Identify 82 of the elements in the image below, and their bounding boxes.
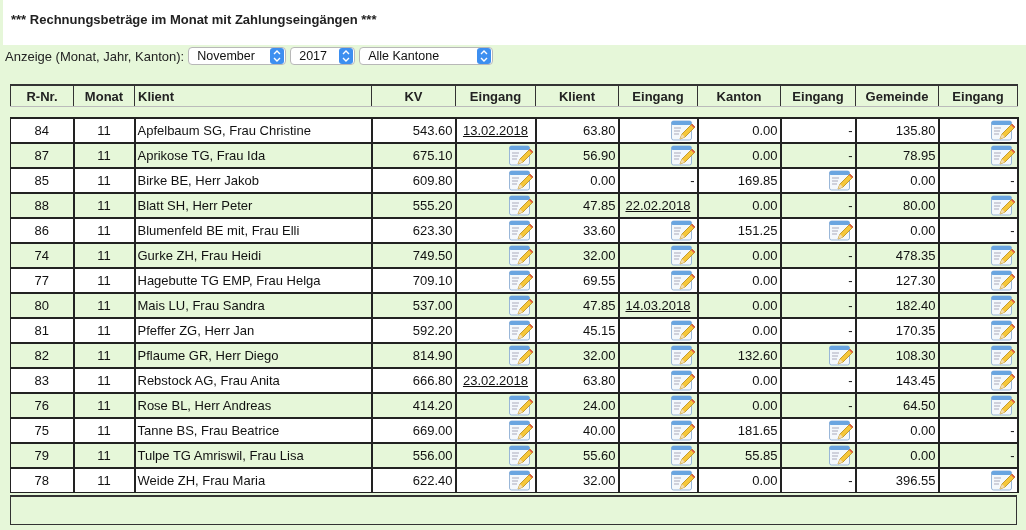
- no-receipt-dash: -: [848, 373, 853, 388]
- column-header: Gemeinde: [855, 85, 939, 107]
- no-receipt-dash: -: [1010, 423, 1015, 438]
- edit-note-icon[interactable]: [508, 469, 533, 492]
- edit-note-icon[interactable]: [990, 294, 1015, 317]
- stepper-arrows-icon[interactable]: [339, 48, 354, 64]
- stepper-arrows-icon[interactable]: [270, 48, 285, 64]
- column-header: Klient: [134, 85, 372, 107]
- edit-note-icon[interactable]: [670, 394, 695, 417]
- no-receipt-dash: -: [848, 248, 853, 263]
- column-header: Eingang: [938, 85, 1018, 107]
- edit-note-icon[interactable]: [828, 169, 853, 192]
- stepper-arrows-icon[interactable]: [477, 48, 492, 64]
- no-receipt-dash: -: [848, 398, 853, 413]
- edit-note-icon[interactable]: [508, 269, 533, 292]
- no-receipt-dash: -: [1010, 223, 1015, 238]
- dropdown-select[interactable]: 2017: [290, 47, 356, 65]
- edit-note-icon[interactable]: [990, 244, 1015, 267]
- edit-note-icon[interactable]: [508, 169, 533, 192]
- edit-note-icon[interactable]: [828, 419, 853, 442]
- edit-note-icon[interactable]: [670, 369, 695, 392]
- edit-note-icon[interactable]: [670, 319, 695, 342]
- no-receipt-dash: -: [1010, 173, 1015, 188]
- edit-note-icon[interactable]: [508, 394, 533, 417]
- table-cell: 11: [73, 468, 135, 493]
- edit-note-icon[interactable]: [990, 144, 1015, 167]
- filter-label: Anzeige (Monat, Jahr, Kanton):: [5, 48, 185, 64]
- no-receipt-dash: -: [690, 173, 695, 188]
- column-header: Eingang: [780, 85, 856, 107]
- edit-note-icon[interactable]: [990, 369, 1015, 392]
- edit-note-icon[interactable]: [990, 194, 1015, 217]
- edit-note-icon[interactable]: [670, 219, 695, 242]
- edit-note-icon[interactable]: [670, 444, 695, 467]
- table-cell: 32.00: [535, 468, 619, 493]
- column-header: Kanton: [697, 85, 781, 107]
- edit-note-icon[interactable]: [670, 469, 695, 492]
- edit-note-icon[interactable]: [508, 319, 533, 342]
- edit-note-icon[interactable]: [508, 419, 533, 442]
- no-receipt-dash: -: [848, 148, 853, 163]
- column-header: R-Nr.: [10, 85, 74, 107]
- edit-note-icon[interactable]: [670, 244, 695, 267]
- edit-note-icon[interactable]: [828, 219, 853, 242]
- dropdown-select[interactable]: Alle Kantone: [359, 47, 494, 65]
- edit-note-icon[interactable]: [508, 219, 533, 242]
- column-header: Eingang: [618, 85, 698, 107]
- edit-note-icon[interactable]: [508, 244, 533, 267]
- column-header: Monat: [73, 85, 135, 107]
- edit-note-icon[interactable]: [670, 119, 695, 142]
- edit-note-icon[interactable]: [670, 144, 695, 167]
- edit-note-icon[interactable]: [828, 344, 853, 367]
- edit-note-icon[interactable]: [990, 269, 1015, 292]
- column-header: Klient: [535, 85, 619, 107]
- edit-note-icon[interactable]: [990, 344, 1015, 367]
- table-cell: 396.55: [855, 468, 939, 493]
- no-receipt-dash: -: [848, 123, 853, 138]
- edit-note-icon[interactable]: [990, 119, 1015, 142]
- edit-note-icon[interactable]: [508, 344, 533, 367]
- no-receipt-dash: -: [1010, 448, 1015, 463]
- edit-note-icon[interactable]: [828, 444, 853, 467]
- table-cell: 78: [10, 468, 74, 493]
- no-receipt-dash: -: [848, 473, 853, 488]
- page-title: *** Rechnungsbeträge im Monat mit Zahlungseingängen ***: [11, 12, 377, 29]
- no-receipt-dash: -: [848, 273, 853, 288]
- edit-note-icon[interactable]: [508, 444, 533, 467]
- edit-note-icon[interactable]: [508, 294, 533, 317]
- column-header: Eingang: [455, 85, 536, 107]
- no-receipt-dash: -: [848, 298, 853, 313]
- edit-note-icon[interactable]: [508, 144, 533, 167]
- no-receipt-dash: -: [848, 198, 853, 213]
- column-header: KV: [371, 85, 456, 107]
- edit-note-icon[interactable]: [670, 419, 695, 442]
- edit-note-icon[interactable]: [990, 394, 1015, 417]
- edit-note-icon[interactable]: [670, 269, 695, 292]
- table-cell: 622.40: [371, 468, 456, 493]
- edit-note-icon[interactable]: [670, 344, 695, 367]
- table-cell: 0.00: [697, 468, 781, 493]
- edit-note-icon[interactable]: [508, 194, 533, 217]
- no-receipt-dash: -: [848, 323, 853, 338]
- dropdown-select[interactable]: November: [188, 47, 287, 65]
- table-cell: Weide ZH, Frau Maria: [134, 468, 372, 493]
- edit-note-icon[interactable]: [990, 319, 1015, 342]
- edit-note-icon[interactable]: [990, 469, 1015, 492]
